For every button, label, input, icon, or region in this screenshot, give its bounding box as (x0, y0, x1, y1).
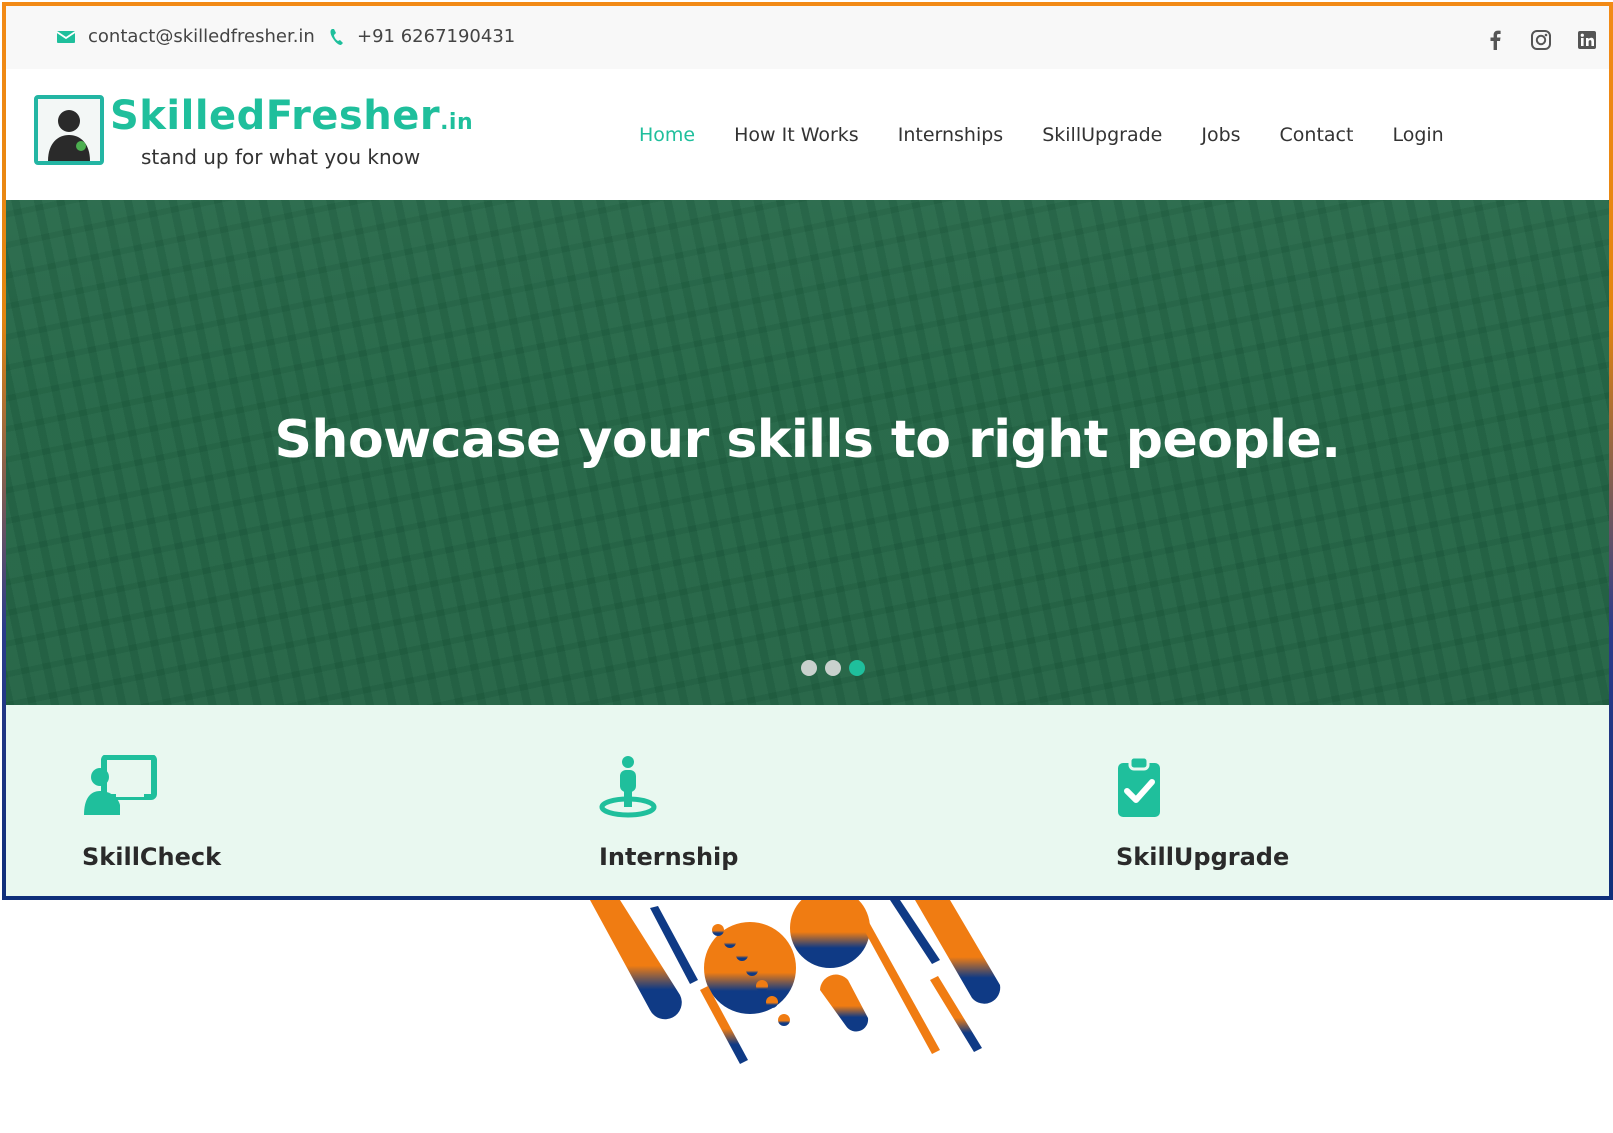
logo-avatar-icon[interactable] (34, 95, 104, 165)
phone-icon (330, 28, 343, 45)
clipboard-check-icon (1116, 755, 1192, 819)
decorative-graphic (590, 900, 1001, 1064)
linkedin-icon[interactable] (1575, 28, 1599, 52)
phone-text[interactable]: +91 6267190431 (357, 26, 515, 47)
email-text[interactable]: contact@skilledfresher.in (88, 26, 315, 47)
features-strip: SkillCheck Internship SkillUpgrade (6, 705, 1609, 896)
feature-skillupgrade[interactable]: SkillUpgrade (1116, 755, 1416, 871)
browser-frame: contact@skilledfresher.in +91 6267190431 (2, 2, 1613, 900)
slider-dot-2[interactable] (825, 660, 841, 676)
hero-heading: Showcase your skills to right people. (274, 410, 1341, 470)
nav-skillupgrade[interactable]: SkillUpgrade (1042, 124, 1162, 146)
feature-internship[interactable]: Internship (599, 755, 899, 871)
site-header: SkilledFresher.in stand up for what you … (6, 69, 1609, 200)
feature-label: Internship (599, 843, 739, 871)
brand-name-text: SkilledFresher (110, 93, 441, 139)
feature-label: SkillCheck (82, 843, 222, 871)
main-nav: Home How It Works Internships SkillUpgra… (639, 124, 1483, 146)
nav-home[interactable]: Home (639, 124, 695, 146)
hero-slider: Showcase your skills to right people. (6, 200, 1609, 705)
slider-dot-3[interactable] (849, 660, 865, 676)
presenter-icon (82, 754, 158, 819)
nav-login[interactable]: Login (1392, 124, 1443, 146)
facebook-icon[interactable] (1483, 28, 1507, 52)
instagram-icon[interactable] (1529, 28, 1553, 52)
brand-tagline: stand up for what you know (141, 145, 421, 169)
mail-icon (56, 30, 76, 43)
slider-pagination (801, 660, 865, 676)
person-pin-icon (599, 755, 675, 819)
nav-internships[interactable]: Internships (898, 124, 1003, 146)
social-links (1483, 28, 1599, 52)
email-contact[interactable]: contact@skilledfresher.in (56, 26, 315, 47)
feature-skillcheck[interactable]: SkillCheck (82, 754, 382, 871)
nav-jobs[interactable]: Jobs (1201, 124, 1240, 146)
brand-tld: .in (440, 110, 474, 135)
top-contact-bar: contact@skilledfresher.in +91 6267190431 (6, 6, 1609, 69)
slider-dot-1[interactable] (801, 660, 817, 676)
brand-name[interactable]: SkilledFresher.in (110, 93, 473, 139)
nav-contact[interactable]: Contact (1280, 124, 1354, 146)
phone-contact[interactable]: +91 6267190431 (329, 26, 515, 47)
feature-label: SkillUpgrade (1116, 843, 1290, 871)
nav-how-it-works[interactable]: How It Works (734, 124, 859, 146)
